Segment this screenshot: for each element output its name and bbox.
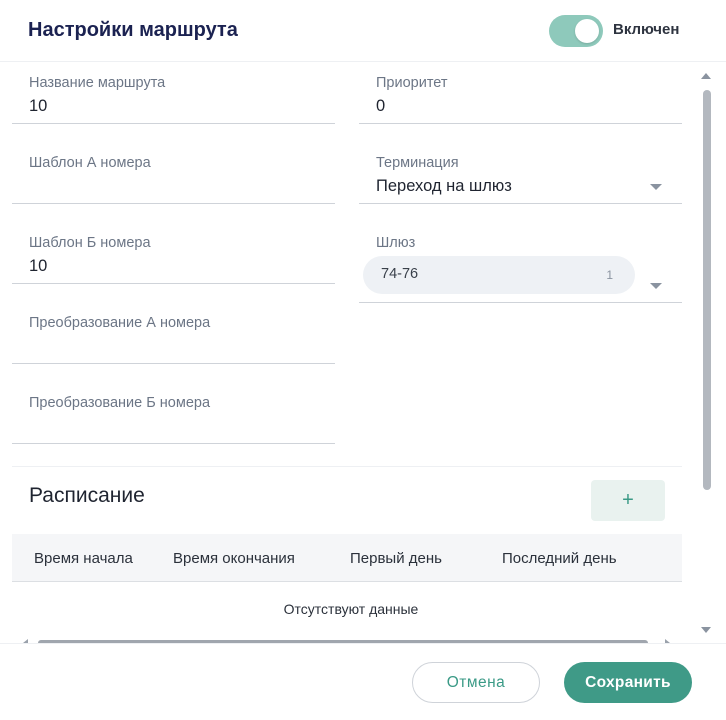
gateway-chip-label: 74-76: [381, 266, 419, 282]
cancel-button[interactable]: Отмена: [412, 662, 540, 703]
b-template-value[interactable]: 10: [29, 257, 47, 276]
column-start-time[interactable]: Время начала: [34, 550, 133, 567]
termination-chevron-down-icon[interactable]: [650, 184, 662, 190]
priority-value[interactable]: 0: [376, 97, 385, 116]
dialog-footer: Отмена Сохранить: [0, 643, 726, 720]
a-template-field[interactable]: Шаблон А номера: [12, 143, 335, 204]
route-name-field[interactable]: Название маршрута 10: [12, 63, 335, 124]
gateway-chevron-down-icon[interactable]: [650, 283, 662, 289]
scroll-down-arrow-icon[interactable]: [701, 627, 711, 633]
add-schedule-button[interactable]: +: [591, 480, 665, 521]
schedule-title: Расписание: [29, 484, 145, 507]
schedule-table-header: Время начала Время окончания Первый день…: [12, 534, 682, 582]
b-template-field[interactable]: Шаблон Б номера 10: [12, 223, 335, 284]
route-name-value[interactable]: 10: [29, 97, 47, 116]
column-end-time[interactable]: Время окончания: [173, 550, 295, 567]
priority-field[interactable]: Приоритет 0: [359, 63, 682, 124]
toggle-knob: [575, 19, 599, 43]
termination-select[interactable]: Терминация Переход на шлюз: [359, 143, 682, 204]
save-button[interactable]: Сохранить: [564, 662, 692, 703]
gateway-chip-count: 1: [606, 268, 613, 282]
b-transform-field[interactable]: Преобразование Б номера: [12, 383, 335, 444]
b-template-label: Шаблон Б номера: [29, 235, 151, 251]
dialog-content: Название маршрута 10 Приоритет 0 Шаблон …: [0, 63, 700, 643]
dialog-header: Настройки маршрута Включен: [0, 0, 726, 62]
scroll-up-arrow-icon[interactable]: [701, 73, 711, 79]
column-first-day[interactable]: Первый день: [350, 550, 442, 567]
vertical-scrollbar[interactable]: [703, 90, 711, 490]
gateway-select[interactable]: Шлюз 74-76 1: [359, 223, 682, 303]
gateway-label: Шлюз: [376, 235, 416, 251]
section-divider: [12, 466, 682, 467]
enabled-toggle-label: Включен: [613, 21, 680, 38]
enabled-toggle[interactable]: [549, 15, 603, 47]
a-transform-label: Преобразование А номера: [29, 315, 211, 331]
dialog-title: Настройки маршрута: [28, 19, 238, 41]
empty-table-message: Отсутствуют данные: [283, 601, 419, 617]
route-name-label: Название маршрута: [29, 75, 166, 91]
termination-value[interactable]: Переход на шлюз: [376, 177, 512, 196]
column-last-day[interactable]: Последний день: [502, 550, 617, 567]
a-template-label: Шаблон А номера: [29, 155, 151, 171]
gateway-chip[interactable]: 74-76 1: [363, 256, 635, 294]
b-transform-label: Преобразование Б номера: [29, 395, 211, 411]
a-transform-field[interactable]: Преобразование А номера: [12, 303, 335, 364]
priority-label: Приоритет: [376, 75, 448, 91]
termination-label: Терминация: [376, 155, 459, 171]
